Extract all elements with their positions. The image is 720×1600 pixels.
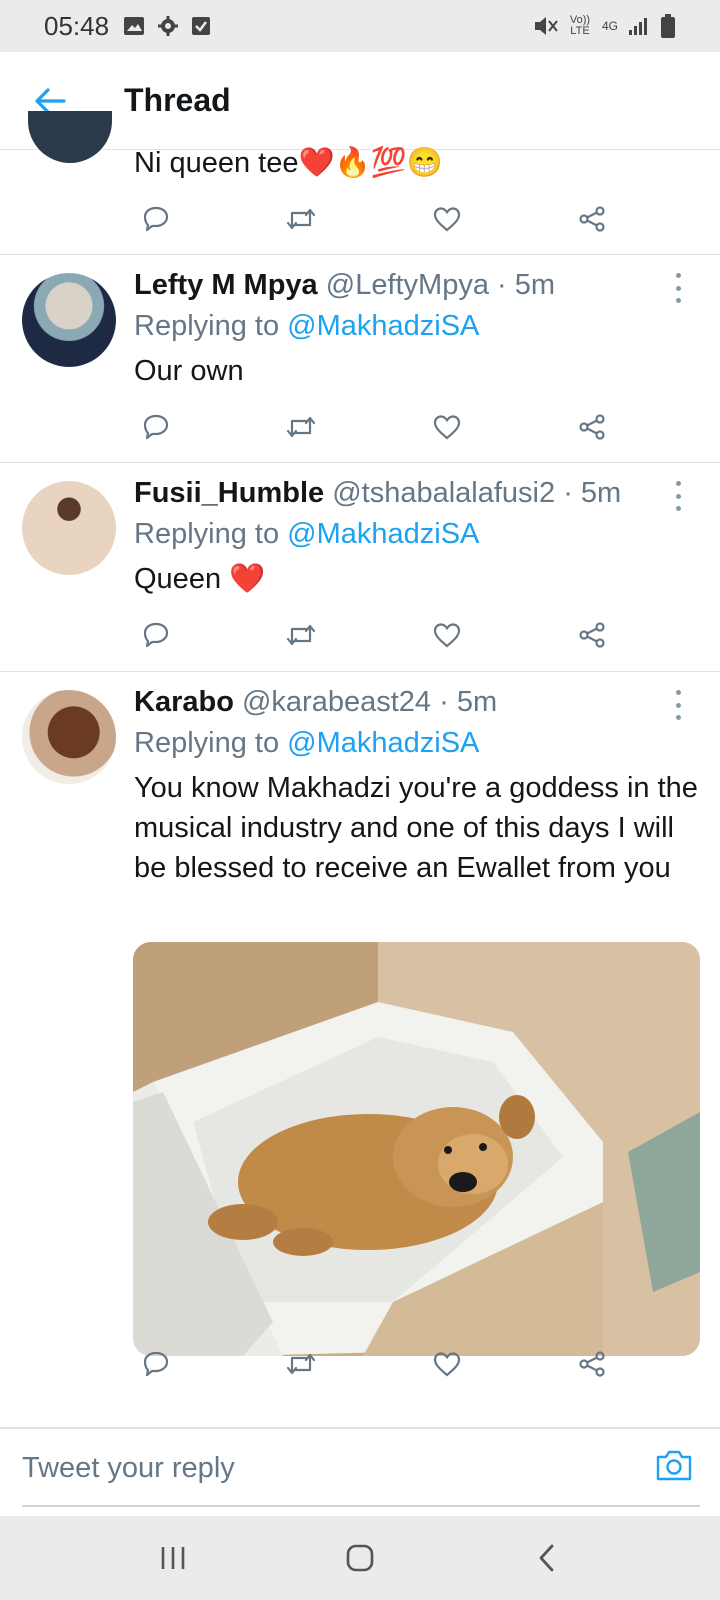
tweet-media-image[interactable] — [133, 942, 700, 1356]
tweet-text: Our own — [134, 355, 244, 387]
heart-icon — [433, 623, 460, 648]
tweet-time: · 5m — [563, 477, 622, 509]
like-button[interactable] — [425, 405, 469, 449]
more-options-button[interactable] — [670, 273, 686, 303]
camera-icon — [656, 1450, 692, 1481]
reply-composer — [0, 1428, 720, 1516]
tweet-text: Ni queen tee❤️🔥💯😁 — [134, 147, 443, 179]
replying-label: Replying to — [134, 727, 280, 759]
signal-icon — [629, 18, 647, 35]
reply-button[interactable] — [134, 1342, 178, 1386]
reply-icon — [143, 1351, 169, 1377]
back-nav-button[interactable] — [517, 1528, 577, 1588]
reply-input[interactable] — [22, 1443, 642, 1493]
replying-handle-link[interactable]: @MakhadziSA — [287, 727, 479, 759]
share-icon — [579, 622, 605, 648]
replying-label: Replying to — [134, 310, 280, 342]
retweet-icon — [287, 624, 316, 646]
checkbox-icon — [192, 17, 211, 35]
author-handle[interactable]: @tshabalalafusi2 — [332, 477, 555, 509]
share-icon — [579, 1351, 605, 1377]
tweet-item[interactable]: Ni queen tee❤️🔥💯😁 — [0, 111, 720, 255]
retweet-icon — [287, 1353, 316, 1375]
home-icon — [346, 1544, 374, 1572]
input-underline — [22, 1505, 700, 1507]
share-icon — [579, 206, 605, 232]
recent-apps-button[interactable] — [143, 1528, 203, 1588]
share-button[interactable] — [570, 1342, 614, 1386]
retweet-button[interactable] — [279, 1342, 323, 1386]
like-button[interactable] — [425, 1342, 469, 1386]
share-button[interactable] — [570, 613, 614, 657]
more-options-button[interactable] — [670, 690, 686, 720]
avatar[interactable] — [22, 690, 116, 784]
avatar[interactable] — [22, 481, 116, 575]
avatar[interactable] — [28, 111, 112, 163]
tweet-item[interactable]: Karabo @karabeast24 · 5m Replying to @Ma… — [0, 672, 720, 1428]
retweet-icon — [287, 416, 316, 438]
reply-icon — [143, 622, 169, 648]
heart-icon — [433, 207, 460, 232]
like-button[interactable] — [425, 197, 469, 241]
retweet-icon — [287, 208, 316, 230]
share-button[interactable] — [570, 405, 614, 449]
status-time: 05:48 — [44, 10, 110, 41]
tweet-text: Queen ❤️ — [134, 563, 266, 595]
home-button[interactable] — [330, 1528, 390, 1588]
tweet-item[interactable]: Lefty M Mpya @LeftyMpya · 5m Replying to… — [0, 255, 720, 463]
replying-handle-link[interactable]: @MakhadziSA — [287, 518, 479, 550]
reply-icon — [143, 414, 169, 440]
more-options-button[interactable] — [670, 481, 686, 511]
battery-icon — [661, 14, 675, 38]
reply-button[interactable] — [134, 613, 178, 657]
tweet-text: You know Makhadzi you're a goddess in th… — [134, 772, 698, 884]
reply-icon — [143, 206, 169, 232]
dog-in-bathtub-photo — [133, 942, 700, 1356]
share-icon — [579, 414, 605, 440]
recent-apps-icon — [162, 1547, 185, 1569]
retweet-button[interactable] — [279, 405, 323, 449]
tweet-item[interactable]: Fusii_Humble @tshabalalafusi2 · 5m Reply… — [0, 463, 720, 672]
like-button[interactable] — [425, 613, 469, 657]
gear-icon — [158, 16, 179, 36]
author-handle[interactable]: @LeftyMpya — [326, 269, 489, 301]
avatar[interactable] — [22, 273, 116, 367]
tweet-time: · 5m — [439, 686, 498, 718]
4g-icon: 4G — [601, 19, 618, 33]
mute-icon — [534, 17, 558, 35]
author-handle[interactable]: @karabeast24 — [242, 686, 431, 718]
share-button[interactable] — [570, 197, 614, 241]
system-nav-bar — [0, 1516, 720, 1600]
retweet-button[interactable] — [279, 613, 323, 657]
author-name[interactable]: Lefty M Mpya — [134, 269, 318, 301]
heart-icon — [433, 415, 460, 440]
reply-button[interactable] — [134, 197, 178, 241]
retweet-button[interactable] — [279, 197, 323, 241]
heart-icon — [433, 1352, 460, 1377]
author-name[interactable]: Karabo — [134, 686, 234, 718]
volte-icon: Vo)) LTE — [569, 14, 591, 37]
tweet-time: · 5m — [497, 269, 556, 301]
replying-handle-link[interactable]: @MakhadziSA — [287, 310, 479, 342]
camera-button[interactable] — [650, 1441, 698, 1489]
image-icon — [124, 17, 145, 35]
author-name[interactable]: Fusii_Humble — [134, 477, 324, 509]
chevron-left-icon — [539, 1544, 554, 1572]
status-bar: 05:48 Vo)) LTE 4G — [0, 0, 720, 52]
replying-label: Replying to — [134, 518, 280, 550]
reply-button[interactable] — [134, 405, 178, 449]
page-title: Thread — [124, 82, 231, 118]
